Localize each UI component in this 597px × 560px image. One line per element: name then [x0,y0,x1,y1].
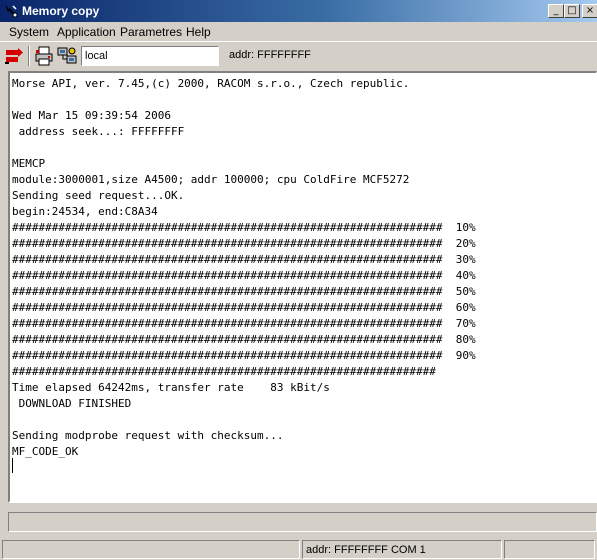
progress-line: ########################################… [12,333,476,346]
command-bar[interactable] [8,512,597,532]
terminal-output[interactable]: Morse API, ver. 7.45,(c) 2000, RACOM s.r… [8,71,597,503]
host-input[interactable] [81,46,219,66]
progress-line: ########################################… [12,285,476,298]
terminal-line: DOWNLOAD FINISHED [12,397,132,410]
network-settings-button[interactable] [56,45,78,67]
terminal-line: MEMCP [12,157,46,170]
status-bar: addr: FFFFFFFF COM 1 [0,539,597,560]
terminal-line: MF_CODE_OK [12,445,79,458]
progress-line: ########################################… [12,317,476,330]
menu-help[interactable]: Help [185,25,212,39]
app-window: Memory copy _ □ × System Application Par… [0,0,597,560]
minimize-button[interactable]: _ [548,4,564,18]
progress-line: ########################################… [12,237,476,250]
exit-icon [5,48,23,64]
menu-system[interactable]: System [8,25,50,39]
exit-button[interactable] [3,45,25,67]
close-button[interactable]: × [582,4,597,18]
terminal-line: Time elapsed 64242ms, transfer rate 83 k… [12,381,330,394]
toolbar: addr: FFFFFFFF [0,41,597,69]
progress-line: ########################################… [12,301,476,314]
progress-line: ########################################… [12,221,476,234]
progress-line: ########################################… [12,349,476,362]
text-caret [12,458,13,473]
terminal-line: begin:24534, end:C8A34 [12,205,158,218]
terminal-line: module:3000001,size A4500; addr 100000; … [12,173,410,186]
menu-bar: System Application Parametres Help [0,22,597,41]
app-icon[interactable] [3,3,19,19]
terminal-line: Morse API, ver. 7.45,(c) 2000, RACOM s.r… [12,77,410,90]
status-pane-address: addr: FFFFFFFF COM 1 [302,540,502,559]
toolbar-separator [28,46,30,66]
print-icon [35,46,53,66]
terminal-line: Sending seed request...OK. [12,189,185,202]
address-label: addr: FFFFFFFF [229,49,311,61]
progress-line: ########################################… [12,253,476,266]
progress-line: ########################################… [12,269,476,282]
terminal-line: Wed Mar 15 09:39:54 2006 [12,109,171,122]
print-button[interactable] [33,45,55,67]
terminal-line: Sending modprobe request with checksum..… [12,429,284,442]
menu-parametres[interactable]: Parametres [119,25,183,39]
maximize-button[interactable]: □ [564,4,580,18]
status-pane-main [2,540,300,559]
title-bar[interactable]: Memory copy _ □ × [0,0,597,22]
network-settings-icon [57,47,77,64]
status-pane-extra [504,540,595,559]
terminal-line: address seek...: FFFFFFFF [12,125,185,138]
window-title: Memory copy [22,4,100,18]
menu-application[interactable]: Application [56,25,117,39]
progress-line: ########################################… [12,365,436,378]
